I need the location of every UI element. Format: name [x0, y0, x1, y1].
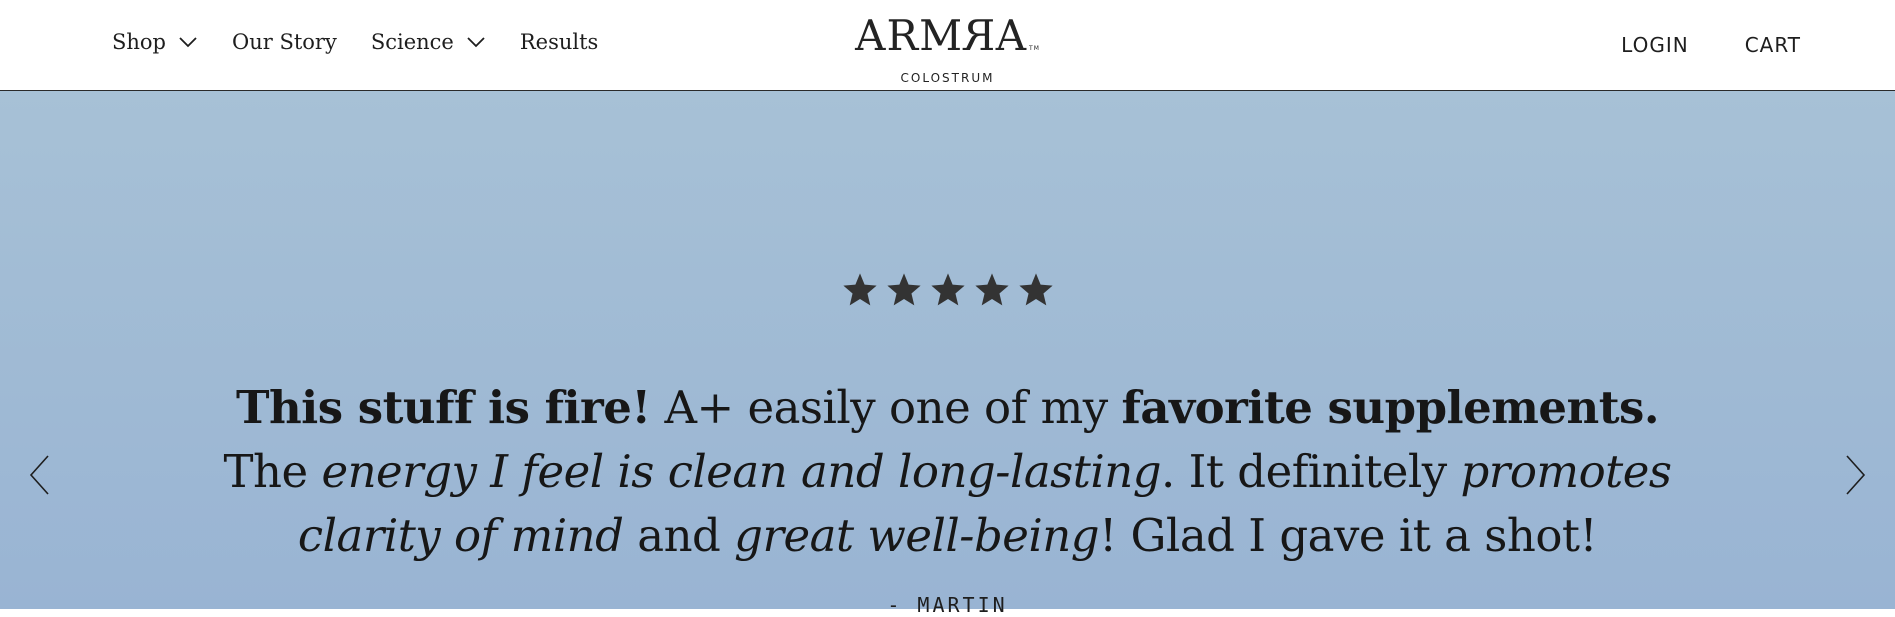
nav-shop[interactable]: Shop: [112, 30, 198, 54]
nav-our-story[interactable]: Our Story: [232, 30, 337, 54]
chevron-down-icon: [467, 37, 485, 48]
quote-segment: ! Glad I gave it a shot!: [1099, 509, 1598, 562]
quote-segment: energy I feel is clean and long-lasting: [321, 445, 1162, 498]
star-icon: [842, 273, 877, 306]
brand-logo[interactable]: ARMRA TM COLOSTRUM: [855, 11, 1040, 85]
nav-our-story-label: Our Story: [232, 30, 337, 54]
star-icon: [886, 273, 921, 306]
logo-word-end: A: [995, 11, 1028, 60]
quote-segment: This stuff is fire!: [235, 381, 651, 434]
nav-shop-label: Shop: [112, 30, 166, 54]
account-nav: LOGIN CART: [1621, 33, 1801, 57]
chevron-right-icon[interactable]: [1843, 453, 1867, 497]
chevron-down-icon: [179, 37, 197, 48]
quote-segment: . It definitely: [1161, 445, 1461, 498]
testimonial-author: - MARTIN: [887, 593, 1008, 617]
logo-wordmark: ARMRA TM: [855, 11, 1040, 71]
logo-trademark: TM: [1029, 45, 1040, 52]
logo-mirrored-r: R: [963, 11, 996, 60]
quote-segment: and: [623, 509, 735, 562]
quote-segment: The: [223, 445, 322, 498]
nav-science[interactable]: Science: [371, 30, 486, 54]
nav-science-label: Science: [370, 30, 454, 54]
rating-stars: [841, 271, 1055, 309]
star-icon: [1018, 273, 1053, 306]
star-icon: [930, 273, 965, 306]
nav-results[interactable]: Results: [520, 30, 598, 54]
nav-results-label: Results: [519, 30, 599, 54]
testimonial-quote: This stuff is fire! A+ easily one of my …: [210, 376, 1685, 568]
quote-segment: A+ easily one of my: [650, 381, 1122, 434]
cart-link[interactable]: CART: [1745, 33, 1801, 57]
chevron-left-icon[interactable]: [28, 453, 52, 497]
quote-segment: favorite supplements.: [1121, 381, 1660, 434]
logo-word-part1: ARM: [855, 11, 964, 60]
login-link[interactable]: LOGIN: [1621, 33, 1689, 57]
primary-nav: Shop Our Story Science Results: [112, 30, 598, 54]
logo-subtitle: COLOSTRUM: [900, 71, 995, 85]
star-icon: [974, 273, 1009, 306]
site-header: Shop Our Story Science Results ARMRA TM C…: [0, 0, 1895, 91]
quote-segment: great well-being: [734, 509, 1100, 562]
testimonial-carousel: This stuff is fire! A+ easily one of my …: [0, 91, 1895, 617]
